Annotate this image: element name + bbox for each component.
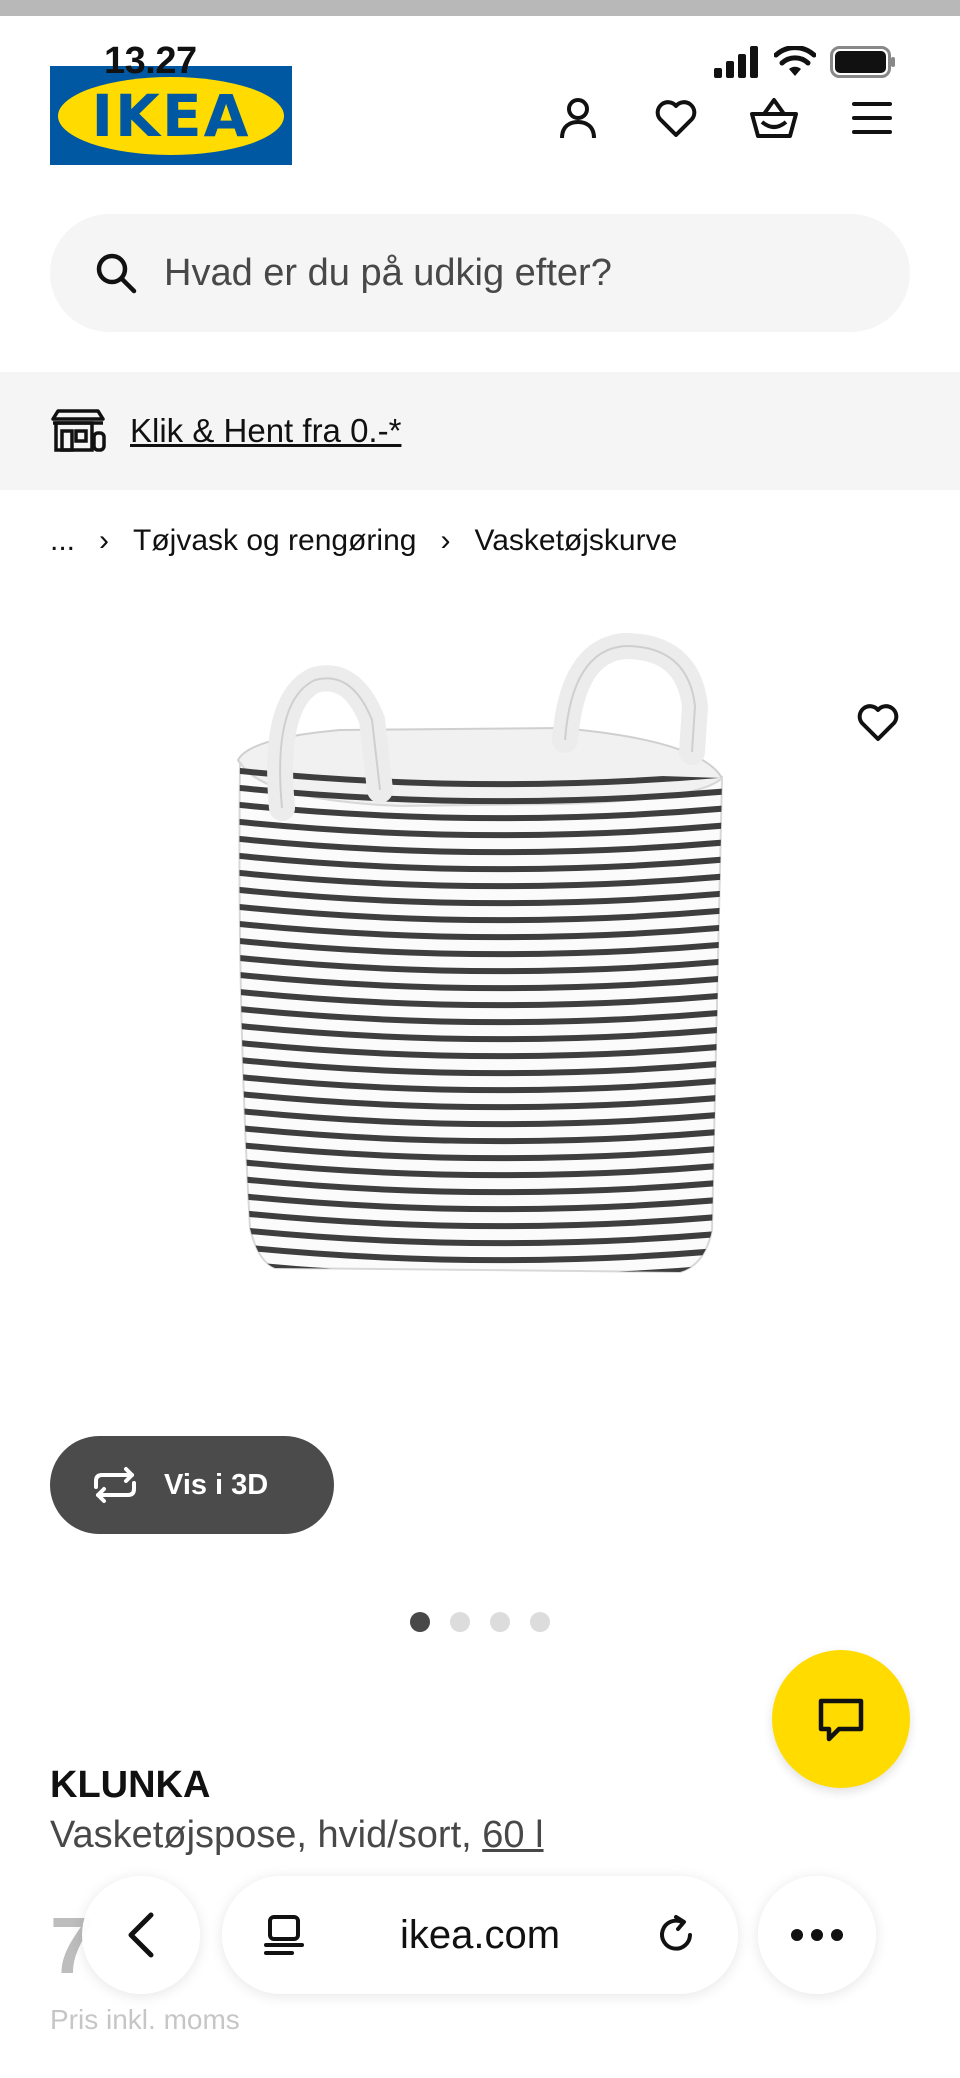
signal-icon — [714, 46, 758, 78]
breadcrumb: ... › Tøjvask og rengøring › Vasketøjsku… — [50, 524, 677, 558]
back-button[interactable] — [82, 1876, 200, 1994]
breadcrumb-item-baskets[interactable]: Vasketøjskurve — [474, 524, 677, 558]
product-name: KLUNKA — [50, 1764, 211, 1806]
basket-icon[interactable] — [746, 90, 802, 146]
promo-banner: Klik & Hent fra 0.-* — [0, 372, 960, 490]
logo-text: IKEA — [91, 81, 251, 150]
heart-icon[interactable] — [648, 90, 704, 146]
add-to-favorites-icon[interactable] — [850, 694, 906, 750]
chat-icon — [818, 1698, 864, 1742]
size-link[interactable]: 60 l — [482, 1814, 543, 1856]
view-in-3d-label: Vis i 3D — [164, 1468, 269, 1501]
chevron-right-icon: › — [99, 524, 110, 557]
rotate-3d-icon — [94, 1467, 136, 1503]
store-icon — [51, 409, 106, 452]
chevron-left-icon — [128, 1912, 154, 1958]
account-icon[interactable] — [550, 90, 606, 146]
top-edge-strip — [0, 0, 960, 16]
more-options-button[interactable] — [758, 1876, 876, 1994]
breadcrumb-item-ellipsis[interactable]: ... — [50, 524, 75, 558]
url-text: ikea.com — [399, 1912, 561, 1957]
reload-icon[interactable] — [654, 1913, 698, 1957]
product-description: Vasketøjspose, hvid/sort, 60 l — [50, 1814, 544, 1857]
header-actions — [550, 90, 900, 146]
click-collect-link[interactable]: Klik & Hent fra 0.-* — [130, 412, 401, 450]
page-menu-icon — [264, 1915, 304, 1955]
chat-button[interactable] — [772, 1650, 910, 1788]
battery-icon — [830, 46, 895, 78]
search-icon — [96, 253, 137, 294]
carousel-dot-4[interactable] — [530, 1612, 550, 1632]
carousel-dot-3[interactable] — [490, 1612, 510, 1632]
search-placeholder: Hvad er du på udkig efter? — [164, 251, 612, 294]
search-input[interactable]: Hvad er du på udkig efter? — [50, 214, 910, 332]
status-time: 13.27 — [104, 40, 197, 82]
carousel-dot-1[interactable] — [410, 1612, 430, 1632]
menu-icon[interactable] — [844, 90, 900, 146]
logo-oval: IKEA — [58, 76, 284, 155]
ellipsis-icon — [791, 1929, 843, 1941]
breadcrumb-item-laundry[interactable]: Tøjvask og rengøring — [133, 524, 416, 558]
image-carousel-dots — [410, 1612, 550, 1632]
view-in-3d-button[interactable]: Vis i 3D — [50, 1436, 334, 1534]
wifi-icon — [774, 46, 816, 76]
address-bar[interactable]: ikea.com — [222, 1876, 738, 1994]
browser-toolbar: ikea.com — [0, 1860, 960, 2010]
carousel-dot-2[interactable] — [450, 1612, 470, 1632]
chevron-right-icon: › — [440, 524, 451, 557]
status-icons — [714, 46, 896, 78]
product-type: Vasketøjspose, hvid/sort, — [50, 1814, 472, 1856]
